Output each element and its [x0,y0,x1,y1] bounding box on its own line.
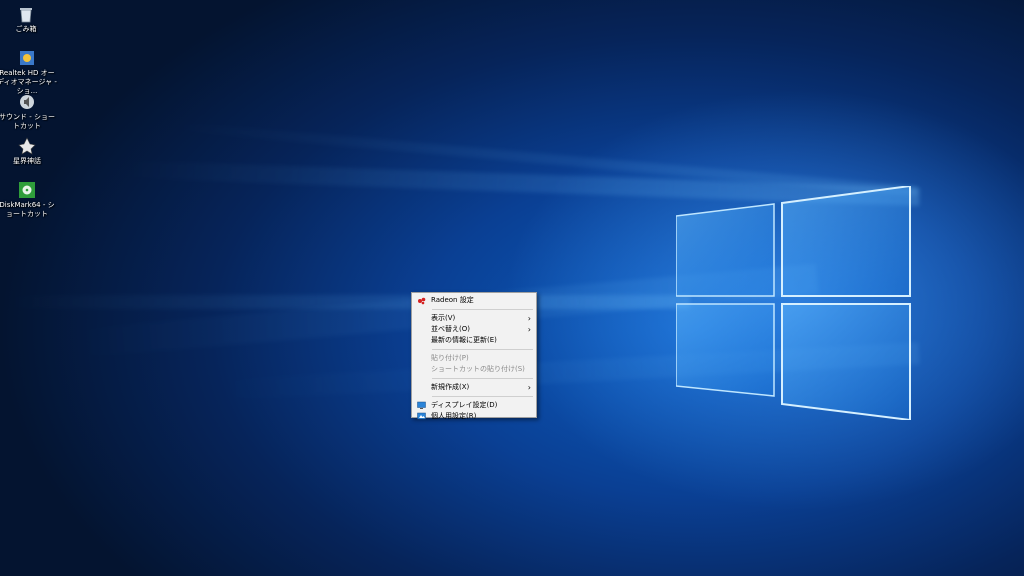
desktop-icon-diskmark[interactable]: DiskMark64 - ショートカット [0,181,57,219]
desktop-icon-game[interactable]: 星界神話 [0,137,57,166]
sound-shortcut-icon [20,95,34,109]
menu-item-view[interactable]: 表示(V) › [412,313,536,324]
menu-item-display-settings[interactable]: ディスプレイ設定(D) [412,400,536,411]
audio-manager-icon [20,51,34,65]
desktop-icon-label: 星界神話 [13,157,41,165]
menu-item-label: 並べ替え(O) [431,325,470,333]
game-shortcut-icon [18,137,36,155]
chevron-right-icon: › [527,325,531,334]
menu-item-paste: 貼り付け(P) [412,353,536,364]
menu-item-new[interactable]: 新規作成(X) › [412,382,536,393]
menu-separator [432,309,533,310]
menu-item-refresh[interactable]: 最新の情報に更新(E) [412,335,536,346]
menu-item-label: Radeon 設定 [431,296,474,304]
recycle-bin-icon [20,8,32,23]
desktop-icon-label: Realtek HD オーディオマネージャ - ショ... [0,69,57,95]
menu-item-label: 最新の情報に更新(E) [431,336,497,344]
menu-item-personalize[interactable]: 個人用設定(R) [412,411,536,422]
personalize-icon [417,412,426,420]
desktop-icon-sound[interactable]: サウンド - ショートカット [0,93,57,131]
display-settings-icon [417,401,426,409]
desktop-icon-recycle-bin[interactable]: ごみ箱 [0,5,56,34]
menu-item-sort-by[interactable]: 並べ替え(O) › [412,324,536,335]
menu-item-label: 貼り付け(P) [431,354,469,362]
desktop-context-menu: Radeon 設定 表示(V) › 並べ替え(O) › 最新の情報に更新(E) … [411,292,537,420]
menu-item-label: 個人用設定(R) [431,412,477,420]
windows-logo-wallpaper [676,186,911,420]
menu-item-label: ショートカットの貼り付け(S) [431,365,525,373]
menu-separator [432,378,533,379]
desktop-wallpaper[interactable] [0,0,1024,576]
chevron-right-icon: › [527,383,531,392]
menu-item-label: ディスプレイ設定(D) [431,401,498,409]
desktop-icon-label: ごみ箱 [15,25,37,33]
menu-separator [432,349,533,350]
chevron-right-icon: › [527,314,531,323]
desktop-icon-realtek[interactable]: Realtek HD オーディオマネージャ - ショ... [0,49,57,96]
diskmark-icon [19,182,35,198]
menu-item-paste-shortcut: ショートカットの貼り付け(S) [412,364,536,375]
desktop-icon-label: サウンド - ショートカット [0,113,55,130]
menu-item-label: 表示(V) [431,314,456,322]
menu-item-radeon-settings[interactable]: Radeon 設定 [412,295,536,306]
radeon-icon [418,297,426,305]
menu-item-label: 新規作成(X) [431,383,470,391]
desktop-icon-label: DiskMark64 - ショートカット [0,201,55,218]
menu-separator [432,396,533,397]
